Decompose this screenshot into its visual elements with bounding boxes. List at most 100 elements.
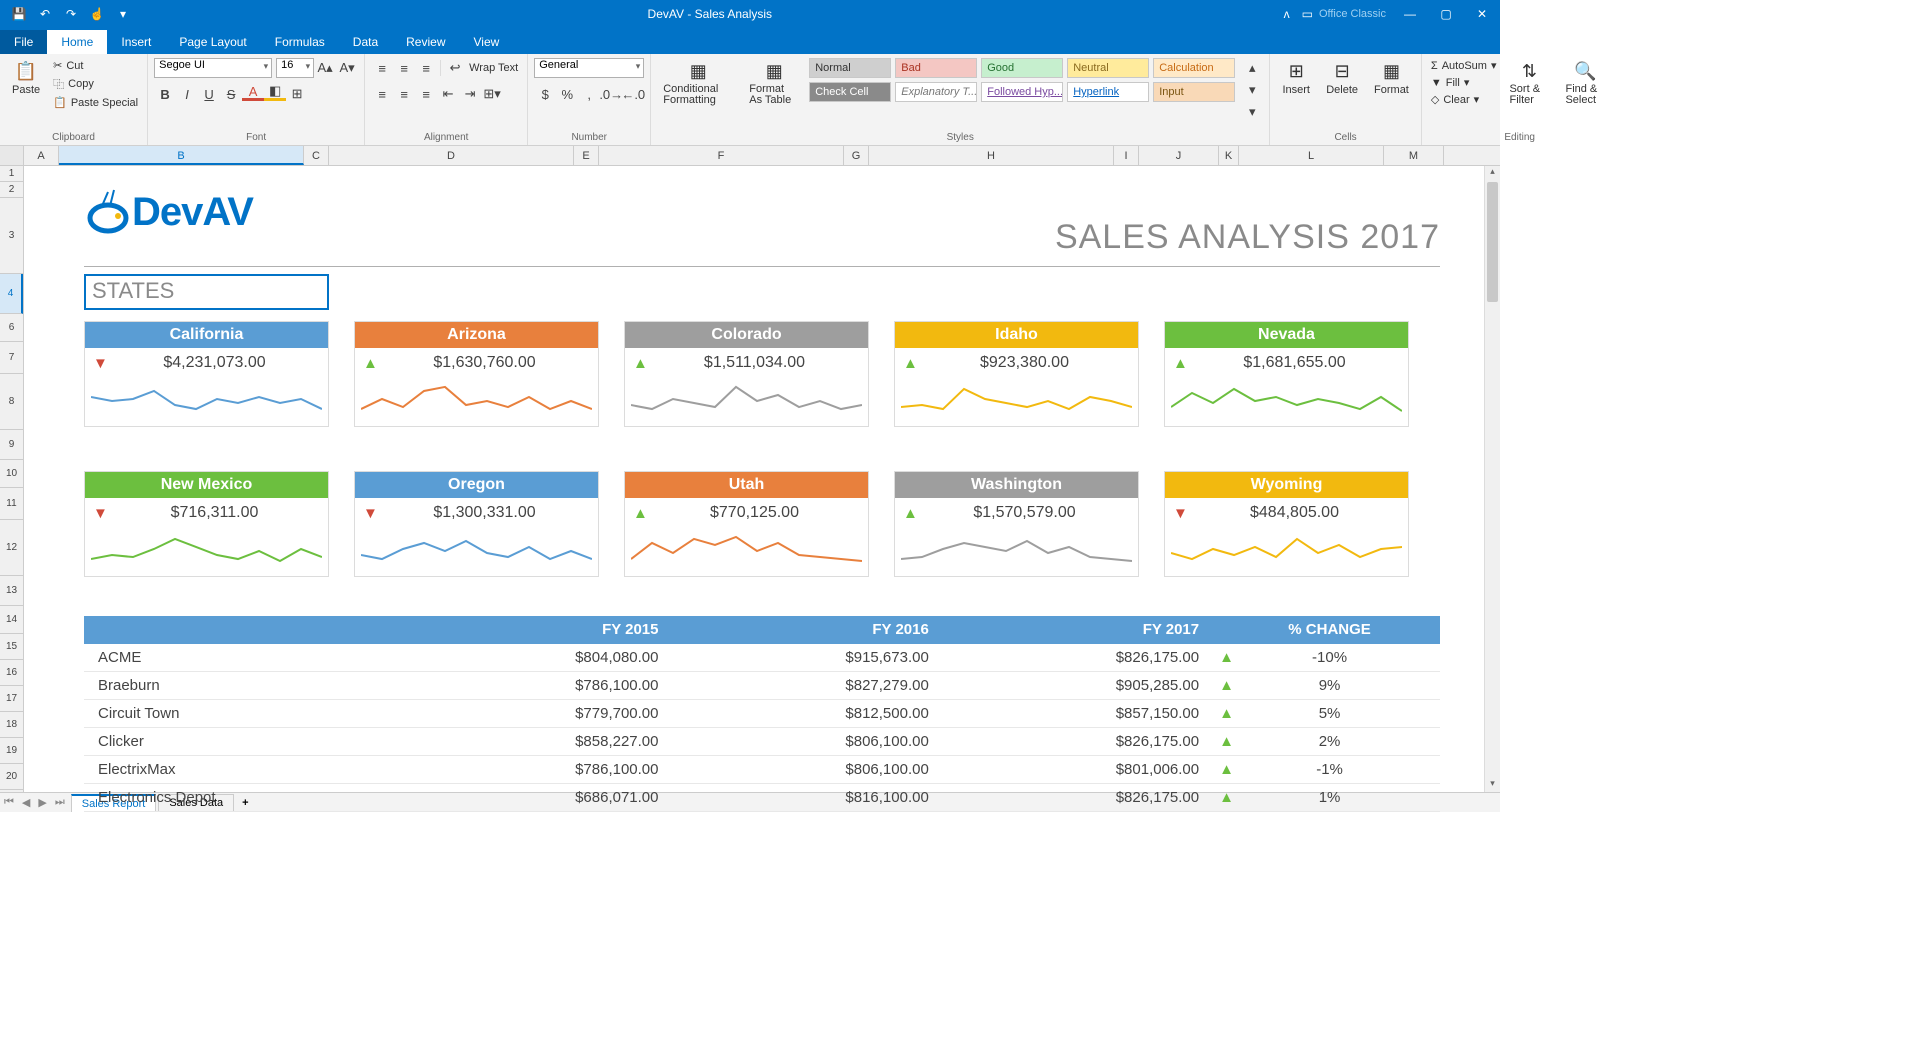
tab-page-layout[interactable]: Page Layout xyxy=(165,30,260,54)
row-header-17[interactable]: 17 xyxy=(0,686,23,712)
close-button[interactable]: ✕ xyxy=(1464,0,1500,28)
row-header-15[interactable]: 15 xyxy=(0,634,23,660)
col-header-J[interactable]: J xyxy=(1139,146,1219,165)
row-header-4[interactable]: 4 xyxy=(0,274,23,314)
copy-button[interactable]: ⿻Copy xyxy=(50,75,141,93)
gallery-more-button[interactable]: ▾ xyxy=(1241,102,1263,122)
clear-button[interactable]: ◇Clear▾ xyxy=(1428,92,1500,107)
row-header-19[interactable]: 19 xyxy=(0,738,23,764)
tab-home[interactable]: Home xyxy=(47,30,107,54)
row-header-2[interactable]: 2 xyxy=(0,182,23,198)
active-cell[interactable]: STATES xyxy=(84,274,329,310)
row-header-13[interactable]: 13 xyxy=(0,576,23,606)
redo-icon[interactable]: ↷ xyxy=(62,5,80,23)
tab-insert[interactable]: Insert xyxy=(107,30,165,54)
row-header-20[interactable]: 20 xyxy=(0,764,23,790)
format-as-table-button[interactable]: ▦ Format As Table xyxy=(743,58,805,108)
currency-button[interactable]: $ xyxy=(534,84,556,104)
select-all-corner[interactable] xyxy=(0,146,24,165)
col-header-C[interactable]: C xyxy=(304,146,329,165)
tab-file[interactable]: File xyxy=(0,30,47,54)
sheet-nav-last[interactable]: ⏭ xyxy=(51,796,69,809)
align-left-button[interactable]: ≡ xyxy=(371,84,393,104)
row-header-7[interactable]: 7 xyxy=(0,342,23,374)
style-good[interactable]: Good xyxy=(981,58,1063,78)
touch-mode-icon[interactable]: ☝ xyxy=(88,5,106,23)
col-header-M[interactable]: M xyxy=(1384,146,1444,165)
style-explanatory-t-[interactable]: Explanatory T... xyxy=(895,82,977,102)
sheet-nav-first[interactable]: ⏮ xyxy=(0,796,18,809)
row-header-6[interactable]: 6 xyxy=(0,314,23,342)
col-header-L[interactable]: L xyxy=(1239,146,1384,165)
col-header-K[interactable]: K xyxy=(1219,146,1239,165)
font-size-combo[interactable]: 16 xyxy=(276,58,314,78)
indent-inc-button[interactable]: ⇥ xyxy=(459,84,481,104)
save-icon[interactable]: 💾 xyxy=(10,5,28,23)
row-header-3[interactable]: 3 xyxy=(0,198,23,274)
row-header-14[interactable]: 14 xyxy=(0,606,23,634)
align-top-button[interactable]: ≡ xyxy=(371,58,393,78)
number-format-combo[interactable]: General xyxy=(534,58,644,78)
style-check-cell[interactable]: Check Cell xyxy=(809,82,891,102)
wrap-text-button[interactable]: Wrap Text xyxy=(466,58,521,78)
gallery-up-button[interactable]: ▴ xyxy=(1241,58,1263,78)
style-gallery[interactable]: NormalBadGoodNeutralCalculationCheck Cel… xyxy=(809,58,1237,104)
tab-data[interactable]: Data xyxy=(339,30,392,54)
merge-button[interactable]: ⊞▾ xyxy=(481,84,503,104)
minimize-button[interactable]: — xyxy=(1392,0,1428,28)
row-header-11[interactable]: 11 xyxy=(0,488,23,520)
font-name-combo[interactable]: Segoe UI xyxy=(154,58,272,78)
delete-cells-button[interactable]: ⊟Delete xyxy=(1320,58,1364,98)
worksheet[interactable]: 123467891011121314151617181920 DevAV SAL… xyxy=(0,166,1500,792)
align-center-button[interactable]: ≡ xyxy=(393,84,415,104)
col-header-E[interactable]: E xyxy=(574,146,599,165)
col-header-F[interactable]: F xyxy=(599,146,844,165)
vertical-scrollbar[interactable]: ▴ ▾ xyxy=(1484,166,1500,792)
qat-dropdown-icon[interactable]: ▾ xyxy=(114,5,132,23)
indent-dec-button[interactable]: ⇤ xyxy=(437,84,459,104)
find-select-button[interactable]: 🔍Find & Select xyxy=(1559,58,1611,108)
style-input[interactable]: Input xyxy=(1153,82,1235,102)
cond-format-button[interactable]: ▦ Conditional Formatting xyxy=(657,58,739,108)
paste-button[interactable]: 📋 Paste xyxy=(6,58,46,98)
maximize-button[interactable]: ▢ xyxy=(1428,0,1464,28)
format-cells-button[interactable]: ▦Format xyxy=(1368,58,1415,98)
row-header-18[interactable]: 18 xyxy=(0,712,23,738)
col-header-D[interactable]: D xyxy=(329,146,574,165)
cells-area[interactable]: DevAV SALES ANALYSIS 2017 STATES Califor… xyxy=(24,166,1500,792)
row-header-9[interactable]: 9 xyxy=(0,430,23,460)
style-calculation[interactable]: Calculation xyxy=(1153,58,1235,78)
fill-button[interactable]: ▼Fill▾ xyxy=(1428,75,1500,90)
row-header-16[interactable]: 16 xyxy=(0,660,23,686)
underline-button[interactable]: U xyxy=(198,84,220,104)
scroll-down-icon[interactable]: ▾ xyxy=(1485,778,1500,792)
dec-decimal-button[interactable]: ←.0 xyxy=(622,84,644,104)
tab-formulas[interactable]: Formulas xyxy=(261,30,339,54)
strike-button[interactable]: S xyxy=(220,84,242,104)
gallery-down-button[interactable]: ▾ xyxy=(1241,80,1263,100)
grow-font-button[interactable]: A▴ xyxy=(314,58,336,78)
style-bad[interactable]: Bad xyxy=(895,58,977,78)
display-mode-icon[interactable]: ▭ xyxy=(1296,7,1319,21)
inc-decimal-button[interactable]: .0→ xyxy=(600,84,622,104)
col-header-H[interactable]: H xyxy=(869,146,1114,165)
fill-color-button[interactable]: ◧ xyxy=(264,84,286,101)
italic-button[interactable]: I xyxy=(176,84,198,104)
ribbon-collapse-icon[interactable]: ᴧ xyxy=(1278,7,1296,21)
percent-button[interactable]: % xyxy=(556,84,578,104)
style-neutral[interactable]: Neutral xyxy=(1067,58,1149,78)
tab-review[interactable]: Review xyxy=(392,30,459,54)
style-followed-hyp-[interactable]: Followed Hyp... xyxy=(981,82,1063,102)
row-header-10[interactable]: 10 xyxy=(0,460,23,488)
col-header-G[interactable]: G xyxy=(844,146,869,165)
align-right-button[interactable]: ≡ xyxy=(415,84,437,104)
align-bottom-button[interactable]: ≡ xyxy=(415,58,437,78)
sheet-nav-next[interactable]: ▶ xyxy=(34,796,50,809)
cut-button[interactable]: ✂Cut xyxy=(50,58,141,73)
col-header-A[interactable]: A xyxy=(24,146,59,165)
col-header-I[interactable]: I xyxy=(1114,146,1139,165)
border-button[interactable]: ⊞ xyxy=(286,84,308,104)
paste-special-button[interactable]: 📋Paste Special xyxy=(50,95,141,110)
sheet-nav-prev[interactable]: ◀ xyxy=(18,796,34,809)
sort-filter-button[interactable]: ⇅Sort & Filter xyxy=(1503,58,1555,108)
